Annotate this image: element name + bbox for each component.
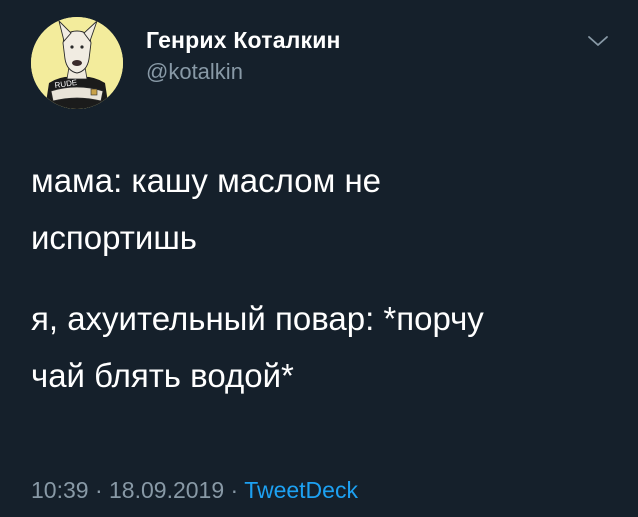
tweet-text-line: я, ахуительный повар: *порчу [31,300,484,337]
avatar-illustration: RUDE [31,17,123,109]
display-name[interactable]: Генрих Коталкин [146,27,341,54]
tweet-date[interactable]: 18.09.2019 [109,477,224,503]
tweet-meta: 10:39 · 18.09.2019 · TweetDeck [31,477,358,504]
meta-separator: · [94,477,103,503]
tweet-text-line: чай блять водой* [31,357,294,394]
tweet-text-line: испортишь [31,219,197,256]
tweet-source-link[interactable]: TweetDeck [244,477,358,503]
tweet-text-paragraph-2: я, ахуительный повар: *порчу чай блять в… [31,290,611,404]
tweet-text-line: мама: кашу маслом не [31,162,382,199]
tweet-card: RUDE Генрих Коталкин @kotalkin мама: каш… [0,0,638,517]
meta-separator: · [230,477,239,503]
tweet-text-paragraph-1: мама: кашу маслом не испортишь [31,152,611,266]
chevron-down-icon[interactable] [586,29,610,53]
user-handle[interactable]: @kotalkin [146,59,243,85]
tweet-time[interactable]: 10:39 [31,477,89,503]
avatar[interactable]: RUDE [31,17,123,109]
